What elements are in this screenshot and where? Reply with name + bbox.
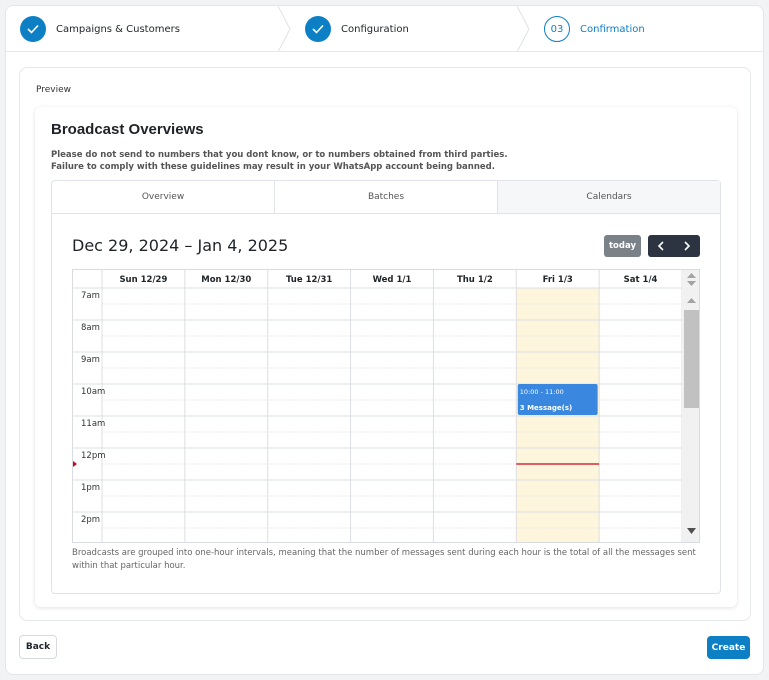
day-header: Fri 1/3 <box>543 275 573 285</box>
week-calendar-grid: Sun 12/29 Mon 12/30 Tue 12/31 Wed 1/1 Thu 1/… <box>73 270 699 542</box>
step-separator-icon <box>277 6 291 52</box>
hour-label: 1pm <box>81 483 100 493</box>
step-confirmation[interactable]: 03 Confirmation <box>544 6 645 52</box>
grouping-note: Broadcasts are grouped into one-hour int… <box>72 548 696 571</box>
step-number: 03 <box>544 16 570 42</box>
tab-calendars[interactable]: Calendars <box>498 181 720 213</box>
wizard-frame: Campaigns & Customers Configuration 03 C… <box>5 5 764 675</box>
step-configuration[interactable]: Configuration <box>305 6 409 52</box>
day-header: Sun 12/29 <box>119 275 167 285</box>
warning-text-2: Failure to comply with these guidelines … <box>51 162 495 172</box>
create-button[interactable]: Create <box>707 636 750 659</box>
day-header: Mon 12/30 <box>201 275 251 285</box>
step-separator-icon <box>516 6 530 52</box>
step-label: Configuration <box>341 23 409 35</box>
calendar-background <box>73 270 699 542</box>
day-header: Sat 1/4 <box>624 275 658 285</box>
hour-label: 2pm <box>81 515 100 525</box>
chevron-left-icon[interactable] <box>648 235 674 257</box>
tabs-box: Overview Batches Calendars Dec 29, 2024 … <box>51 180 721 594</box>
check-icon <box>20 16 46 42</box>
content-card: Preview Broadcast Overviews Please do no… <box>19 67 751 621</box>
tab-bar: Overview Batches Calendars <box>52 181 720 214</box>
today-button[interactable]: today <box>604 235 641 257</box>
warning-text-1: Please do not send to numbers that you d… <box>51 150 508 160</box>
page-title: Broadcast Overviews <box>51 121 204 138</box>
check-icon <box>305 16 331 42</box>
day-header: Thu 1/2 <box>457 275 493 285</box>
hour-label: 7am <box>81 291 100 301</box>
scroll-thumb[interactable] <box>684 310 699 408</box>
day-header: Wed 1/1 <box>373 275 412 285</box>
event-time: 10:00 - 11:00 <box>520 388 564 396</box>
step-label: Campaigns & Customers <box>56 23 180 35</box>
hour-label: 9am <box>81 355 100 365</box>
calendar-nav <box>648 235 700 257</box>
preview-label: Preview <box>36 85 72 95</box>
week-calendar: Sun 12/29 Mon 12/30 Tue 12/31 Wed 1/1 Thu 1/… <box>72 269 700 543</box>
hour-label: 12pm <box>81 451 106 461</box>
tab-overview[interactable]: Overview <box>52 181 275 213</box>
stepper: Campaigns & Customers Configuration 03 C… <box>6 6 763 52</box>
tab-batches[interactable]: Batches <box>275 181 498 213</box>
calendar-range-title: Dec 29, 2024 – Jan 4, 2025 <box>72 236 289 255</box>
hour-label: 8am <box>81 323 100 333</box>
day-header: Tue 12/31 <box>286 275 332 285</box>
step-label: Confirmation <box>580 23 645 35</box>
hour-label: 10am <box>81 387 105 397</box>
step-campaigns-customers[interactable]: Campaigns & Customers <box>20 6 180 52</box>
event-title: 3 Message(s) <box>520 404 572 412</box>
preview-panel: Broadcast Overviews Please do not send t… <box>35 107 737 607</box>
hour-label: 11am <box>81 419 105 429</box>
chevron-right-icon[interactable] <box>674 235 700 257</box>
back-button[interactable]: Back <box>19 635 57 659</box>
